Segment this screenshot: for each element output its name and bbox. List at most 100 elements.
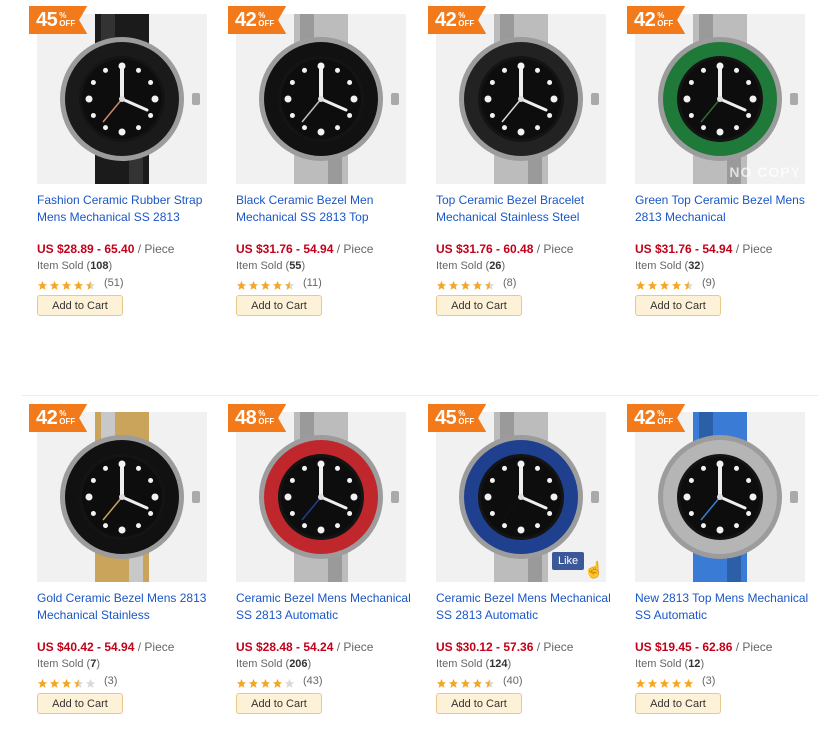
items-sold-label: Item Sold (	[436, 260, 490, 272]
product-image[interactable]	[37, 412, 207, 582]
add-to-cart-button[interactable]: Add to Cart	[37, 295, 123, 316]
product-title-link[interactable]: Black Ceramic Bezel Men Mechanical SS 28…	[236, 192, 422, 226]
items-sold-close: )	[507, 658, 512, 670]
star-icon	[85, 676, 96, 688]
star-icon	[647, 278, 658, 290]
price-range: US $30.12 - 57.36	[436, 640, 534, 654]
star-icon	[284, 278, 295, 290]
review-count: (3)	[702, 675, 716, 687]
star-rating	[436, 676, 496, 688]
price-unit: / Piece	[533, 242, 574, 256]
items-sold-label: Item Sold (	[635, 260, 689, 272]
add-to-cart-button[interactable]: Add to Cart	[37, 693, 123, 714]
items-sold-label: Item Sold (	[635, 658, 689, 670]
star-icon	[436, 676, 447, 688]
product-card[interactable]: 42% OFF Gold Ceramic Bezel Mens 2813 Mecha…	[29, 404, 233, 742]
add-to-cart-button[interactable]: Add to Cart	[236, 295, 322, 316]
star-icon	[85, 278, 96, 290]
star-icon	[73, 676, 84, 688]
review-count: (51)	[104, 277, 124, 289]
product-card[interactable]: 48% OFF Ceramic Bezel Mens Mechanical SS 2…	[228, 404, 432, 742]
add-to-cart-button[interactable]: Add to Cart	[436, 693, 522, 714]
product-price: US $31.76 - 54.94 / Piece	[635, 242, 772, 256]
items-sold-count: 26	[489, 260, 502, 272]
product-image[interactable]: NO COPY	[635, 14, 805, 184]
product-title-link[interactable]: Ceramic Bezel Mens Mechanical SS 2813 Au…	[236, 590, 422, 624]
star-icon	[248, 278, 259, 290]
like-button[interactable]: Like	[552, 552, 585, 570]
product-card[interactable]: NO COPY 42% OFF Green Top Ceramic Bezel Men…	[627, 6, 831, 344]
price-range: US $28.48 - 54.24	[236, 640, 334, 654]
add-to-cart-button[interactable]: Add to Cart	[436, 295, 522, 316]
product-title-link[interactable]: Fashion Ceramic Rubber Strap Mens Mechan…	[37, 192, 223, 226]
items-sold-count: 124	[489, 658, 508, 670]
product-image[interactable]	[436, 14, 606, 184]
product-image[interactable]	[236, 412, 406, 582]
review-count: (8)	[503, 277, 517, 289]
star-rating	[37, 278, 97, 290]
product-image[interactable]: Like ☝	[436, 412, 606, 582]
items-sold: Item Sold (7)	[37, 658, 100, 670]
product-image[interactable]	[236, 14, 406, 184]
price-unit: / Piece	[533, 640, 574, 654]
product-grid: 45% OFF Fashion Ceramic Rubber Strap Mens …	[0, 0, 840, 732]
discount-badge: 45% OFF	[29, 6, 88, 34]
product-card[interactable]: 42% OFF New 2813 Top Mens Mechanical SS Au…	[627, 404, 831, 742]
product-price: US $19.45 - 62.86 / Piece	[635, 640, 772, 654]
add-to-cart-button[interactable]: Add to Cart	[635, 295, 721, 316]
items-sold-label: Item Sold (	[37, 658, 91, 670]
product-card[interactable]: 42% OFF Top Ceramic Bezel Bracelet Mechani…	[428, 6, 632, 344]
product-image[interactable]	[37, 14, 207, 184]
star-icon	[460, 676, 471, 688]
star-icon	[236, 278, 247, 290]
product-card[interactable]: Like ☝ 45% OFF Ceramic Bezel Mens Mechanical…	[428, 404, 632, 742]
review-count: (9)	[702, 277, 716, 289]
star-icon	[236, 676, 247, 688]
product-price: US $31.76 - 54.94 / Piece	[236, 242, 373, 256]
items-sold-close: )	[307, 658, 312, 670]
star-icon	[284, 676, 295, 688]
star-icon	[260, 676, 271, 688]
product-title-link[interactable]: Ceramic Bezel Mens Mechanical SS 2813 Au…	[436, 590, 622, 624]
discount-badge: 42% OFF	[29, 404, 88, 432]
star-icon	[448, 278, 459, 290]
discount-off-label: % OFF	[59, 410, 75, 426]
discount-badge: 42% OFF	[627, 6, 686, 34]
rating-row: (3)	[37, 674, 117, 688]
off-text: OFF	[458, 417, 475, 426]
off-text: OFF	[657, 19, 674, 28]
review-count: (43)	[303, 675, 323, 687]
items-sold-close: )	[96, 658, 100, 670]
off-text: OFF	[59, 19, 76, 28]
product-card[interactable]: 42% OFF Black Ceramic Bezel Men Mechanical…	[228, 6, 432, 344]
product-title-link[interactable]: Gold Ceramic Bezel Mens 2813 Mechanical …	[37, 590, 223, 624]
star-icon	[484, 676, 495, 688]
price-range: US $28.89 - 65.40	[37, 242, 135, 256]
discount-percent: 45	[435, 406, 457, 429]
product-price: US $28.48 - 54.24 / Piece	[236, 640, 373, 654]
discount-off-label: % OFF	[458, 410, 474, 426]
items-sold-count: 12	[688, 658, 701, 670]
items-sold-label: Item Sold (	[236, 260, 290, 272]
product-price: US $30.12 - 57.36 / Piece	[436, 640, 573, 654]
add-to-cart-button[interactable]: Add to Cart	[236, 693, 322, 714]
product-price: US $40.42 - 54.94 / Piece	[37, 640, 174, 654]
product-image[interactable]	[635, 412, 805, 582]
hand-pointer-icon: ☝	[584, 562, 604, 579]
row-divider	[22, 395, 818, 396]
discount-off-label: % OFF	[258, 12, 274, 28]
product-title-link[interactable]: Top Ceramic Bezel Bracelet Mechanical St…	[436, 192, 622, 226]
star-rating	[436, 278, 496, 290]
discount-percent: 42	[634, 406, 656, 429]
star-icon	[671, 676, 682, 688]
product-title-link[interactable]: Green Top Ceramic Bezel Mens 2813 Mechan…	[635, 192, 821, 226]
star-icon	[448, 676, 459, 688]
star-icon	[49, 278, 60, 290]
star-rating	[635, 676, 695, 688]
off-text: OFF	[458, 19, 475, 28]
product-card[interactable]: 45% OFF Fashion Ceramic Rubber Strap Mens …	[29, 6, 233, 344]
price-unit: / Piece	[134, 242, 175, 256]
discount-percent: 42	[435, 8, 457, 31]
add-to-cart-button[interactable]: Add to Cart	[635, 693, 721, 714]
product-title-link[interactable]: New 2813 Top Mens Mechanical SS Automati…	[635, 590, 821, 624]
